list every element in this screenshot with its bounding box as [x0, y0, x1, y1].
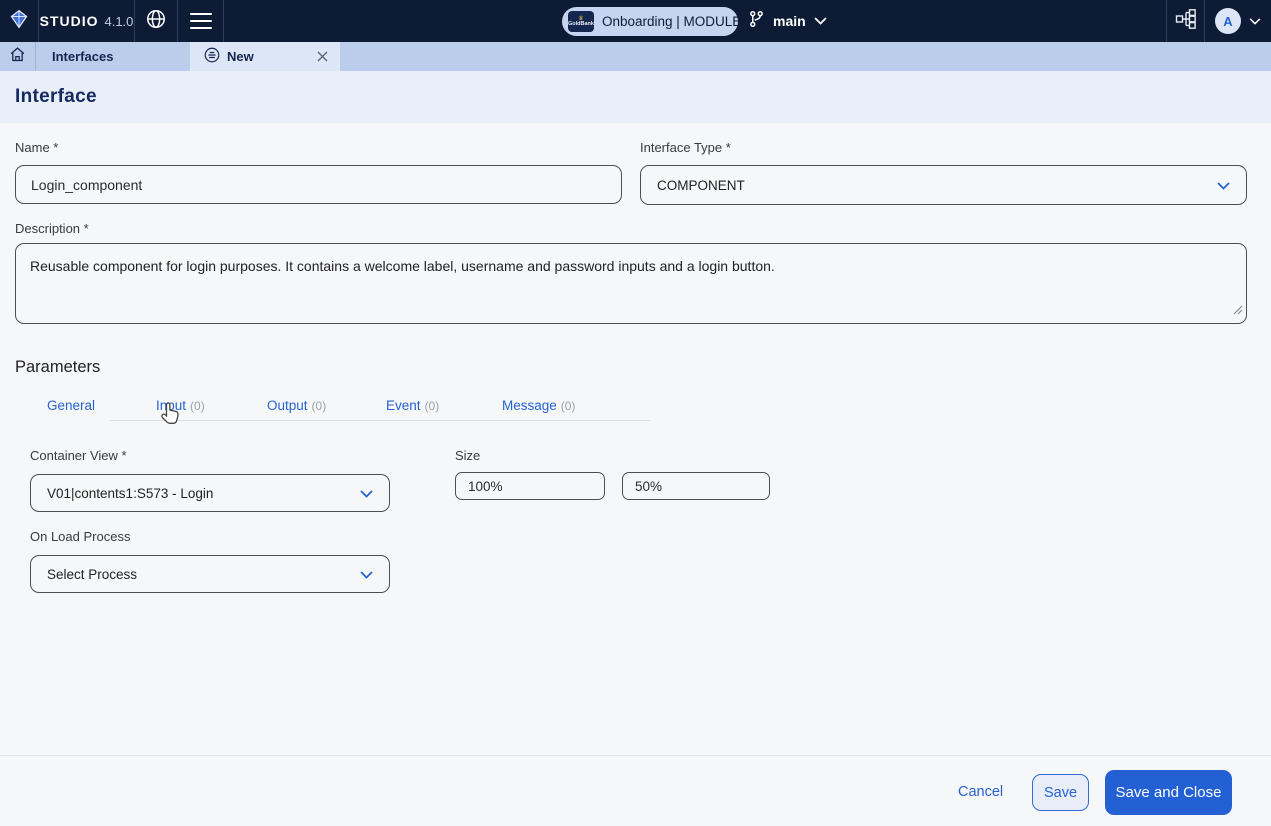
module-badge-label: Onboarding | MODULE [602, 14, 741, 29]
tabs-underline [110, 420, 650, 421]
home-button[interactable] [0, 42, 36, 71]
save-and-close-button[interactable]: Save and Close [1105, 770, 1232, 815]
interface-type-select[interactable]: COMPONENT [640, 165, 1247, 205]
container-view-select[interactable]: V01|contents1:S573 - Login [30, 474, 390, 512]
cancel-button[interactable]: Cancel [958, 784, 1003, 800]
description-label: Description * [15, 221, 89, 236]
topbar-right-group: A [1166, 0, 1271, 42]
top-bar: STUDIO 4.1.0 ♛ GoldBank Onboarding | MOD… [0, 0, 1271, 42]
close-tab-button[interactable] [317, 51, 328, 62]
org-logo: ♛ GoldBank [568, 11, 594, 32]
param-tab-output-label: Output [267, 398, 308, 413]
tab-bar: Interfaces New [0, 42, 1271, 71]
param-tab-event-label: Event [386, 398, 421, 413]
app-logo[interactable] [0, 0, 38, 42]
branch-selector[interactable]: main [748, 0, 827, 42]
container-view-value: V01|contents1:S573 - Login [47, 486, 213, 501]
app-name-label: STUDIO [40, 13, 99, 29]
interface-type-label: Interface Type * [640, 140, 731, 155]
param-tab-message[interactable]: Message (0) [502, 398, 575, 413]
main-menu-button[interactable] [178, 0, 223, 42]
on-load-process-select[interactable]: Select Process [30, 555, 390, 593]
studio-app-window: STUDIO 4.1.0 ♛ GoldBank Onboarding | MOD… [0, 0, 1271, 826]
avatar: A [1215, 8, 1241, 34]
app-title: STUDIO 4.1.0 [39, 0, 134, 42]
tab-interfaces[interactable]: Interfaces [36, 42, 190, 71]
home-icon [9, 46, 26, 68]
tab-new[interactable]: New [190, 42, 340, 71]
org-name-label: GoldBank [568, 22, 594, 28]
param-tab-input-label: Input [156, 398, 186, 413]
app-version-label: 4.1.0 [104, 14, 133, 29]
save-button[interactable]: Save [1032, 774, 1089, 811]
size-width-input[interactable] [455, 472, 605, 500]
chevron-down-icon [360, 486, 373, 501]
tab-new-label: New [227, 49, 254, 64]
name-label: Name * [15, 140, 58, 155]
size-label: Size [455, 448, 480, 463]
description-text: Reusable component for login purposes. I… [30, 258, 775, 274]
hamburger-icon [190, 13, 212, 29]
interface-type-value: COMPONENT [657, 178, 745, 193]
diamond-logo-icon [9, 9, 29, 34]
language-button[interactable] [135, 0, 177, 42]
sitemap-icon [1175, 9, 1197, 34]
param-tab-input-count: (0) [190, 399, 205, 413]
container-view-label: Container View * [30, 448, 127, 463]
param-tab-output-count: (0) [312, 399, 327, 413]
page-header: Interface [0, 71, 1271, 123]
param-tab-general[interactable]: General [47, 398, 95, 413]
globe-icon [145, 8, 167, 35]
module-badge[interactable]: ♛ GoldBank Onboarding | MODULE [562, 7, 738, 36]
param-tab-input[interactable]: Input (0) [156, 398, 205, 413]
param-tab-event[interactable]: Event (0) [386, 398, 439, 413]
on-load-process-label: On Load Process [30, 529, 130, 544]
param-tab-event-count: (0) [425, 399, 440, 413]
parameters-heading: Parameters [15, 358, 100, 377]
chevron-down-icon [814, 12, 827, 30]
name-input[interactable] [15, 165, 622, 204]
param-tab-output[interactable]: Output (0) [267, 398, 326, 413]
param-tab-general-label: General [47, 398, 95, 413]
sitemap-button[interactable] [1167, 0, 1204, 42]
chevron-down-icon [360, 567, 373, 582]
on-load-process-value: Select Process [47, 567, 137, 582]
tab-interfaces-label: Interfaces [52, 49, 113, 64]
git-branch-icon [748, 10, 765, 33]
description-textarea[interactable]: Reusable component for login purposes. I… [15, 243, 1247, 324]
param-tab-message-count: (0) [561, 399, 576, 413]
size-height-input[interactable] [622, 472, 770, 500]
user-menu[interactable]: A [1205, 0, 1271, 42]
param-tab-message-label: Message [502, 398, 557, 413]
chevron-down-icon [1217, 178, 1230, 193]
chevron-down-icon [1249, 12, 1261, 30]
topbar-divider [223, 0, 224, 42]
page-title: Interface [15, 86, 97, 108]
footer-divider [0, 755, 1271, 756]
resize-grip-icon[interactable] [1232, 300, 1243, 320]
branch-name-label: main [773, 13, 806, 29]
interface-icon [204, 47, 220, 66]
